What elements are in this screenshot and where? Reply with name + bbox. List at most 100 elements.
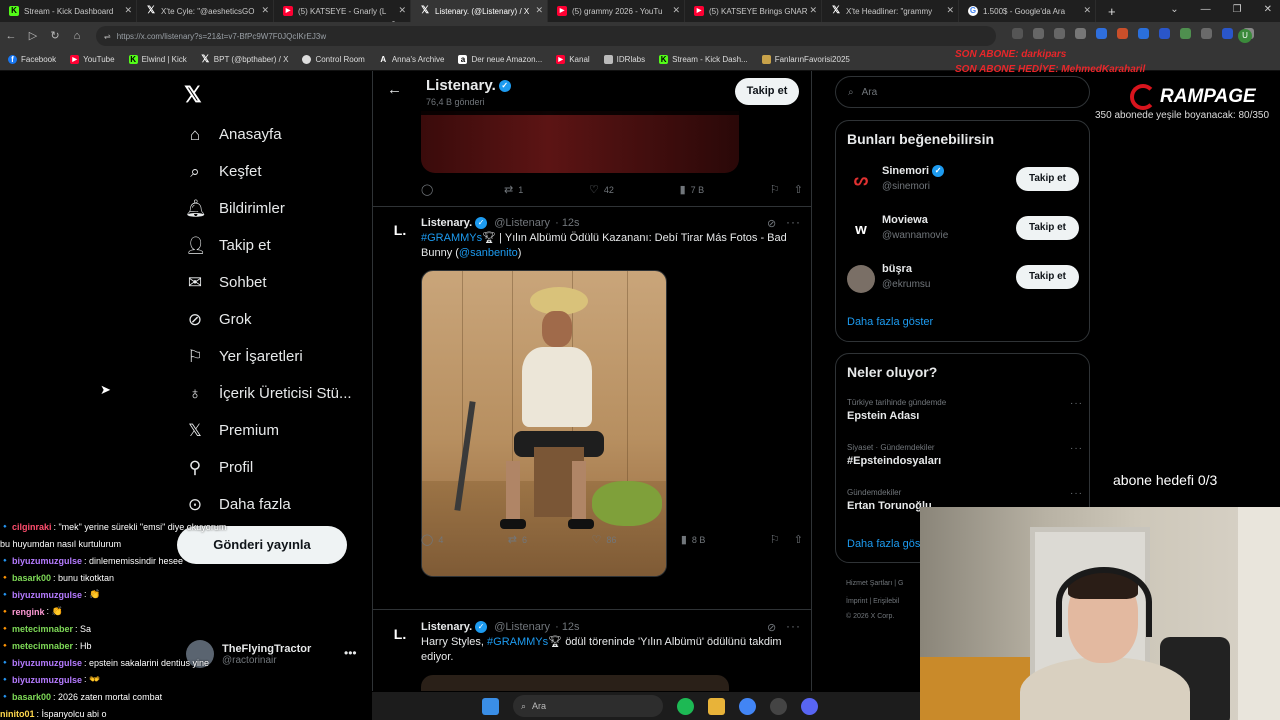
sidebar-icon[interactable] <box>1222 28 1233 39</box>
tab-grammy-youtube[interactable]: ▶ (5) grammy 2026 - YouTu ✕ <box>548 0 685 22</box>
tweet[interactable]: L. Listenary. ✓ @Listenary · 12s ⊘ ··· #G… <box>373 215 811 597</box>
repost-button[interactable]: ⇄ 1 <box>504 183 523 196</box>
bookmark-fanlarin[interactable]: FanlarınFavorisi2025 <box>761 55 850 64</box>
close-icon[interactable]: ✕ <box>124 5 132 16</box>
site-info-icon[interactable]: ⇌ <box>104 32 111 41</box>
nav-explore[interactable]: ⌕ Keşfet <box>180 153 352 190</box>
tweet-author-handle[interactable]: @Listenary <box>494 217 550 229</box>
previous-tweet-media[interactable] <box>421 111 739 173</box>
url-field[interactable]: ⇌ https://x.com/listenary?s=21&t=v7-BfPc… <box>96 26 996 46</box>
bookmark-star-icon[interactable] <box>1075 28 1086 39</box>
avatar[interactable]: L. <box>387 217 413 243</box>
grok-icon[interactable]: ⊘ <box>767 217 776 230</box>
new-tab-button[interactable]: + <box>1108 4 1116 19</box>
close-icon[interactable]: ✕ <box>1083 5 1091 16</box>
tab-katseye-brings[interactable]: ▶ (5) KATSEYE Brings GNAR ✕ <box>685 0 822 22</box>
nav-profile[interactable]: ⚲ Profil <box>180 449 352 486</box>
play-icon[interactable]: ▷ <box>22 29 44 42</box>
close-icon[interactable]: ✕ <box>261 5 269 16</box>
obs-icon[interactable] <box>770 697 787 715</box>
nav-follow[interactable]: 👤︎ Takip et <box>180 227 352 264</box>
extension-icon[interactable] <box>1096 28 1107 39</box>
follow-button[interactable]: Takip et <box>1016 216 1079 240</box>
close-icon[interactable]: ✕ <box>672 5 680 16</box>
trend-item[interactable]: Türkiye tarihinde gündemde Epstein Adası… <box>847 398 1083 438</box>
more-icon[interactable]: ··· <box>786 215 801 229</box>
bookmark-elwind-kick[interactable]: K Elwind | Kick <box>128 55 187 64</box>
suggestion-item[interactable]: w Moviewa @wannamovie Takip et <box>847 212 1079 252</box>
zoom-icon[interactable] <box>1033 28 1044 39</box>
bookmark-youtube[interactable]: ▶ YouTube <box>70 55 115 64</box>
discord-icon[interactable] <box>801 697 818 715</box>
nav-creator-studio[interactable]: ♁ İçerik Üreticisi Stü... <box>180 375 352 412</box>
nav-messages[interactable]: ✉ Sohbet <box>180 264 352 301</box>
follow-button[interactable]: Takip et <box>1016 167 1079 191</box>
extension-icon[interactable] <box>1159 28 1170 39</box>
show-more-link[interactable]: Daha fazla göster <box>847 316 933 328</box>
extension-icon[interactable] <box>1138 28 1149 39</box>
avatar[interactable]: L. <box>387 621 413 647</box>
tab-list-icon[interactable]: ⌄ <box>1170 4 1178 15</box>
tweet-author-name[interactable]: Listenary. <box>421 621 472 633</box>
more-icon[interactable]: ··· <box>1070 488 1083 499</box>
tab-x-cyle[interactable]: 𝕏 X'te Cyle: "@aesheticsGO ✕ <box>137 0 274 22</box>
repost-button[interactable]: ⇄ 6 <box>508 533 527 546</box>
back-icon[interactable]: ← <box>0 30 22 42</box>
tweet-photo[interactable] <box>421 270 667 577</box>
maximize-icon[interactable]: ❐ <box>1233 4 1242 15</box>
views-button[interactable]: ▮ 7 B <box>680 183 705 196</box>
bookmark-amazon[interactable]: a Der neue Amazon... <box>458 55 542 64</box>
tab-listenary[interactable]: 𝕏 Listenary. (@Listenary) / X ✕ <box>411 0 548 22</box>
bookmark-annas-archive[interactable]: A Anna's Archive <box>379 55 444 64</box>
share-icon[interactable]: ⇧ <box>794 183 803 196</box>
like-button[interactable]: ♡ 42 <box>589 183 614 196</box>
home-button-icon[interactable]: ⌂ <box>66 30 88 42</box>
tab-google-search[interactable]: G 1.500$ - Google'da Ara ✕ <box>959 0 1096 22</box>
start-icon[interactable] <box>482 697 499 715</box>
close-icon[interactable]: ✕ <box>398 5 406 16</box>
close-window-icon[interactable]: ✕ <box>1264 4 1272 15</box>
folder-icon[interactable] <box>708 697 725 715</box>
bookmark-facebook[interactable]: f Facebook <box>8 55 56 64</box>
chrome-icon[interactable] <box>739 697 756 715</box>
hashtag-link[interactable]: #GRAMMYs <box>487 636 548 648</box>
follow-button[interactable]: Takip et <box>735 78 799 105</box>
bookmark-kanal[interactable]: ▶ Kanal <box>556 55 590 64</box>
nav-home[interactable]: ⌂ Anasayfa <box>180 116 352 153</box>
reply-button[interactable]: ◯ <box>421 183 438 196</box>
minimize-icon[interactable]: — <box>1201 4 1211 15</box>
follow-button[interactable]: Takip et <box>1016 265 1079 289</box>
close-icon[interactable]: ✕ <box>809 5 817 16</box>
bookmark-bpt[interactable]: 𝕏 BPT (@bpthaber) / X <box>201 55 288 65</box>
nav-premium[interactable]: 𝕏 Premium <box>180 412 352 449</box>
trend-item[interactable]: Siyaset · Gündemdekiler #Epsteindosyalar… <box>847 443 1083 483</box>
suggestion-item[interactable]: büşra @ekrumsu Takip et <box>847 261 1079 301</box>
profile-avatar[interactable]: U <box>1238 29 1252 43</box>
back-arrow-icon[interactable]: ← <box>387 81 402 98</box>
more-icon[interactable]: ··· <box>1070 398 1083 409</box>
more-icon[interactable]: ··· <box>786 619 801 633</box>
tweet-author-handle[interactable]: @Listenary <box>494 621 550 633</box>
like-button[interactable]: ♡ 86 <box>592 533 617 546</box>
more-icon[interactable]: ··· <box>1070 443 1083 454</box>
footer-link[interactable]: Hizmet Şartları | G <box>846 580 903 587</box>
tweet-media[interactable] <box>421 675 729 691</box>
tweet-time[interactable]: · 12s <box>555 217 579 229</box>
extension-icon[interactable] <box>1201 28 1212 39</box>
tweet-author-name[interactable]: Listenary. <box>421 217 472 229</box>
close-icon[interactable]: ✕ <box>946 5 954 16</box>
share-icon[interactable] <box>1054 28 1065 39</box>
hashtag-link[interactable]: #GRAMMYs <box>421 232 482 244</box>
views-button[interactable]: ▮ 8 B <box>681 533 706 546</box>
tweet-time[interactable]: · 12s <box>555 621 579 633</box>
bookmark-control-room[interactable]: Control Room <box>302 55 365 64</box>
bookmark-stream-kick[interactable]: K Stream - Kick Dash... <box>659 55 748 64</box>
bookmark-idrlabs[interactable]: IDRlabs <box>603 55 645 64</box>
extension-icon[interactable] <box>1180 28 1191 39</box>
bookmark-icon[interactable]: ⚐ <box>770 183 780 196</box>
search-input[interactable]: ⌕ Ara <box>835 76 1090 108</box>
tweet[interactable]: L. Listenary. ✓ @Listenary · 12s ⊘ ··· Ha… <box>373 619 811 691</box>
grok-icon[interactable]: ⊘ <box>767 621 776 634</box>
reload-icon[interactable]: ↻ <box>44 29 66 42</box>
nav-bookmarks[interactable]: ⚐ Yer İşaretleri <box>180 338 352 375</box>
